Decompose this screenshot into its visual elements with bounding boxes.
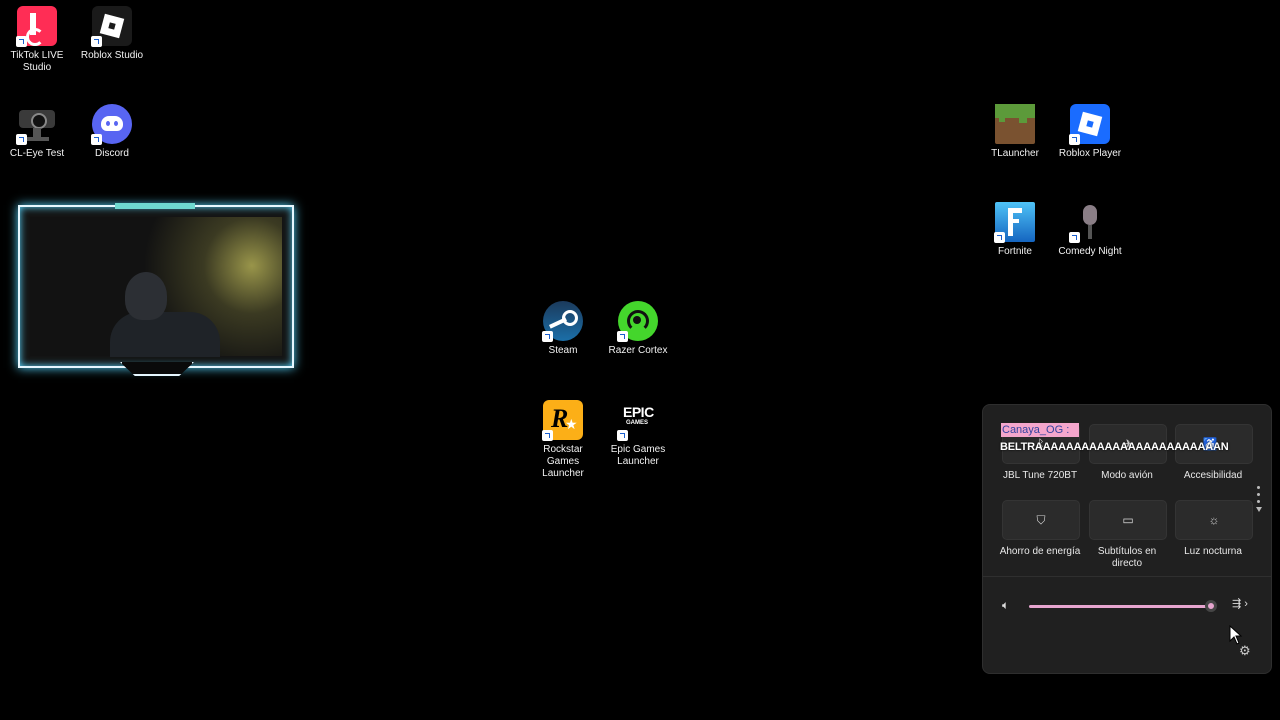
epic-games-icon: EPIC GAMES bbox=[617, 400, 658, 441]
tiktok-icon bbox=[16, 6, 57, 47]
roblox-studio-icon bbox=[91, 6, 132, 47]
webcam-person-body bbox=[110, 312, 220, 357]
desktop-icon-cl-eye-test[interactable]: CL-Eye Test bbox=[1, 104, 73, 160]
tile-label: JBL Tune 720BT bbox=[1002, 470, 1078, 481]
desktop-icon-label: Roblox Player bbox=[1058, 148, 1122, 159]
webcam-overlay bbox=[18, 203, 294, 376]
desktop-icon-label: TLauncher bbox=[991, 148, 1039, 159]
desktop-icon-label: Epic Games Launcher bbox=[610, 444, 666, 467]
volume-slider-thumb[interactable] bbox=[1205, 600, 1217, 612]
night-light-tile[interactable]: ☼ bbox=[1175, 500, 1253, 540]
desktop-icon-label: Roblox Studio bbox=[80, 50, 144, 61]
desktop-icon-label: CL-Eye Test bbox=[9, 148, 65, 159]
desktop-icon-comedy-night[interactable]: Comedy Night bbox=[1054, 202, 1126, 258]
desktop-icon-discord[interactable]: Discord bbox=[76, 104, 148, 160]
desktop-icon-label: Discord bbox=[95, 148, 129, 159]
desktop-icon-label: Steam bbox=[548, 345, 578, 356]
live-captions-tile[interactable]: ▭ bbox=[1089, 500, 1167, 540]
desktop-icon-razer-cortex[interactable]: Razer Cortex bbox=[602, 301, 674, 357]
tile-label: Luz nocturna bbox=[1184, 546, 1242, 557]
desktop-icon-tiktok-live-studio[interactable]: TikTok LIVE Studio bbox=[1, 6, 73, 74]
tile-label: Subtítulos en directo bbox=[1097, 546, 1157, 569]
chat-username: Canaya_OG : bbox=[1001, 423, 1079, 437]
webcam-person-head bbox=[125, 272, 167, 320]
roblox-icon bbox=[1069, 104, 1110, 145]
desktop-icon-epic-games-launcher[interactable]: EPIC GAMES Epic Games Launcher bbox=[602, 400, 674, 468]
rockstar-icon: R ★ bbox=[542, 400, 583, 441]
desktop-icon-tlauncher[interactable]: TLauncher bbox=[979, 104, 1051, 160]
mouse-cursor-icon bbox=[1229, 625, 1243, 645]
panel-divider bbox=[983, 576, 1271, 577]
desktop-icon-label: Fortnite bbox=[998, 246, 1032, 257]
webcam-feed bbox=[30, 217, 282, 357]
tile-label: Ahorro de energía bbox=[999, 546, 1081, 557]
battery-saver-icon: ⛉ bbox=[1036, 512, 1046, 527]
settings-gear-icon[interactable]: ⚙ bbox=[1239, 643, 1251, 659]
desktop-icon-roblox-studio[interactable]: Roblox Studio bbox=[76, 6, 148, 62]
webcam-frame-notch bbox=[120, 362, 194, 376]
night-light-icon: ☼ bbox=[1208, 513, 1220, 527]
steam-icon bbox=[542, 301, 583, 342]
captions-icon: ▭ bbox=[1122, 513, 1134, 527]
desktop-icon-roblox-player[interactable]: Roblox Player bbox=[1054, 104, 1126, 160]
desktop-icon-steam[interactable]: Steam bbox=[527, 301, 599, 357]
desktop-icon-fortnite[interactable]: Fortnite bbox=[979, 202, 1051, 258]
desktop-icon-label: Comedy Night bbox=[1058, 246, 1122, 257]
energy-saver-tile[interactable]: ⛉ bbox=[1002, 500, 1080, 540]
desktop-icon-label: Rockstar Games Launcher bbox=[542, 444, 584, 479]
microphone-icon bbox=[1069, 202, 1110, 243]
desktop-icon-label: TikTok LIVE Studio bbox=[10, 50, 64, 73]
fortnite-icon bbox=[994, 202, 1035, 243]
webcam-frame-accent bbox=[115, 203, 195, 209]
desktop-icon-rockstar-games-launcher[interactable]: R ★ Rockstar Games Launcher bbox=[527, 400, 599, 480]
razer-icon bbox=[617, 301, 658, 342]
audio-output-icon[interactable]: ⇶ › bbox=[1232, 597, 1248, 610]
desktop-icon-label: Razer Cortex bbox=[608, 345, 668, 356]
tile-label: Accesibilidad bbox=[1183, 470, 1243, 481]
speaker-icon[interactable]: 🔈︎ bbox=[1002, 598, 1009, 613]
tile-label: Modo avión bbox=[1101, 470, 1153, 481]
volume-slider[interactable] bbox=[1029, 605, 1211, 608]
grass-block-icon bbox=[995, 104, 1035, 144]
discord-icon bbox=[91, 104, 132, 145]
panel-scroll-indicator[interactable] bbox=[1256, 482, 1262, 512]
chat-message: BELTRAAAAAAAAAAAAAAAAAAAAAAAAN bbox=[1000, 441, 1229, 453]
camera-icon bbox=[16, 104, 57, 145]
